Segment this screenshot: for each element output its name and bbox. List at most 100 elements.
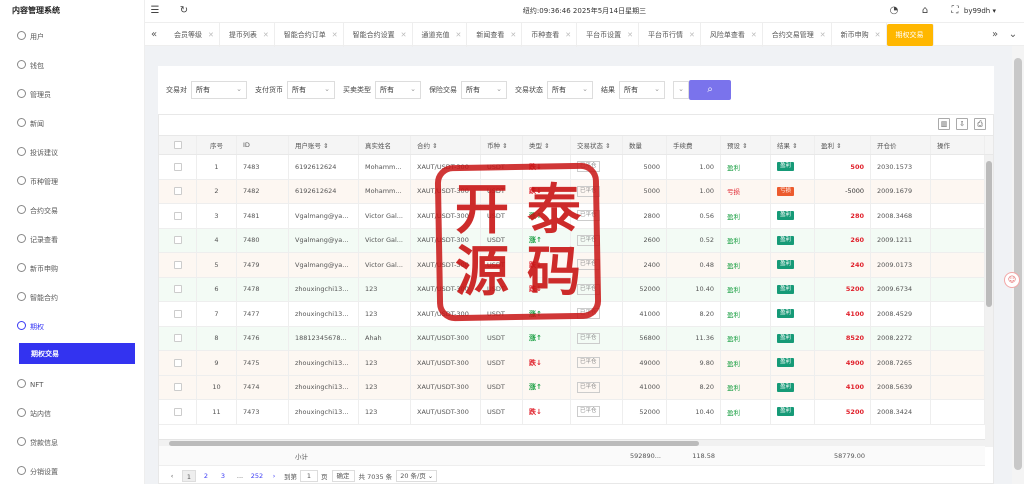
row-checkbox[interactable] xyxy=(173,334,182,343)
close-icon[interactable]: ✕ xyxy=(263,31,269,39)
column-header[interactable]: 类型 ⇕ xyxy=(523,136,571,154)
sidebar-item-option[interactable]: 期权 xyxy=(0,312,144,341)
fullscreen-icon[interactable]: ⛶ xyxy=(949,5,961,17)
sidebar-item-user[interactable]: 用户 xyxy=(0,22,144,51)
row-checkbox[interactable] xyxy=(173,211,182,220)
row-checkbox[interactable] xyxy=(173,285,182,294)
close-icon[interactable]: ✕ xyxy=(565,31,571,39)
table-row[interactable]: 4 7480 Vgalmang@ya... Victor Gal... XAUT/USD… xyxy=(159,228,993,253)
export-icon[interactable]: ⇩ xyxy=(956,118,968,130)
tag-icon[interactable]: ⌂ xyxy=(919,5,931,17)
tab-item[interactable]: 平台币行情 ✕ xyxy=(639,23,701,47)
row-checkbox[interactable] xyxy=(173,383,182,392)
user-menu[interactable]: by99dh ▾ xyxy=(964,0,996,22)
search-button[interactable]: ⌕ xyxy=(689,80,731,100)
sidebar-item-contract[interactable]: 合约交易 xyxy=(0,196,144,225)
row-checkbox[interactable] xyxy=(173,236,182,245)
table-row[interactable]: 9 7475 zhouxingchi13... 123 XAUT/USDT-300 USD… xyxy=(159,351,993,376)
table-vertical-scrollbar[interactable] xyxy=(985,155,993,447)
theme-icon[interactable]: ◔ xyxy=(888,5,900,17)
column-header[interactable]: 手续费 xyxy=(667,136,721,154)
table-row[interactable]: 8 7476 18812345678... Ahah XAUT/USDT-300 USDT… xyxy=(159,326,993,351)
close-icon[interactable]: ✕ xyxy=(401,31,407,39)
close-icon[interactable]: ✕ xyxy=(689,31,695,39)
page-scrollbar[interactable] xyxy=(1012,46,1024,484)
table-row[interactable]: 5 7479 Vgalmang@ya... Victor Gal... XAUT/USD… xyxy=(159,253,993,278)
tab-item[interactable]: 新币申购 ✕ xyxy=(832,23,887,47)
tab-item[interactable]: 新闻查看 ✕ xyxy=(467,23,523,47)
column-header[interactable]: 盈利 ⇕ xyxy=(815,136,871,154)
tab-item[interactable]: 平台币设置 ✕ xyxy=(577,23,639,47)
close-icon[interactable]: ✕ xyxy=(456,31,462,39)
row-checkbox[interactable] xyxy=(173,309,182,318)
page-number[interactable]: 2 xyxy=(199,470,213,482)
tab-item[interactable]: 提币列表 ✕ xyxy=(220,23,275,47)
row-checkbox[interactable] xyxy=(173,162,182,171)
sidebar-item-coin[interactable]: 币种管理 xyxy=(0,167,144,196)
goto-confirm-button[interactable]: 确定 xyxy=(331,470,355,482)
row-checkbox[interactable] xyxy=(173,187,182,196)
prev-page-icon[interactable]: ‹ xyxy=(165,470,179,482)
row-checkbox[interactable] xyxy=(173,407,182,416)
checkbox[interactable] xyxy=(173,141,182,149)
sidebar-item-smart-contract[interactable]: 智能合约 xyxy=(0,283,144,312)
sidebar-item-nft[interactable]: NFT xyxy=(0,370,144,399)
filter-select[interactable]: 所有 ⌄ xyxy=(619,81,665,99)
column-header[interactable]: 操作 xyxy=(931,136,985,154)
column-header[interactable]: 币种 ⇕ xyxy=(481,136,523,154)
sidebar-item-news[interactable]: 新闻 xyxy=(0,109,144,138)
close-icon[interactable]: ✕ xyxy=(875,31,881,39)
filter-select[interactable]: 所有 ⌄ xyxy=(287,81,335,99)
row-checkbox[interactable] xyxy=(173,260,182,269)
tab-item[interactable]: 智能合约设置 ✕ xyxy=(344,23,413,47)
table-row[interactable]: 11 7473 zhouxingchi13... 123 XAUT/USDT-300 US… xyxy=(159,400,993,425)
tab-item[interactable]: 会员等级 ✕ xyxy=(165,23,220,47)
filter-select[interactable]: 所有 ⌄ xyxy=(375,81,421,99)
print-icon[interactable]: ⎙ xyxy=(974,118,986,130)
close-icon[interactable]: ✕ xyxy=(208,31,214,39)
close-icon[interactable]: ✕ xyxy=(820,31,826,39)
table-row[interactable]: 7 7477 zhouxingchi13... 123 XAUT/USDT-300 USD… xyxy=(159,302,993,327)
tab-item[interactable]: 币种查看 ✕ xyxy=(522,23,578,47)
floating-assistant-icon[interactable]: ☺ xyxy=(1004,272,1020,288)
filter-expand-button[interactable]: ⌄ xyxy=(673,81,689,99)
column-header[interactable]: 结果 ⇕ xyxy=(771,136,815,154)
table-horizontal-scrollbar[interactable] xyxy=(159,439,985,446)
page-number[interactable]: 252 xyxy=(250,470,264,482)
tab-item[interactable]: 智能合约订单 ✕ xyxy=(275,23,344,47)
page-number[interactable]: 3 xyxy=(216,470,230,482)
tabs-scroll-left-icon[interactable]: « xyxy=(147,23,161,47)
filter-select[interactable]: 所有 ⌄ xyxy=(461,81,507,99)
page-number[interactable]: 1 xyxy=(182,470,196,482)
close-icon[interactable]: ✕ xyxy=(332,31,338,39)
table-row[interactable]: 10 7474 zhouxingchi13... 123 XAUT/USDT-300 US… xyxy=(159,375,993,400)
next-page-icon[interactable]: › xyxy=(267,470,281,482)
sidebar-item-message[interactable]: 站内信 xyxy=(0,399,144,428)
row-checkbox[interactable] xyxy=(173,358,182,367)
tab-item[interactable]: 合约交易管理 ✕ xyxy=(763,23,832,47)
tabs-scroll-right-icon[interactable]: » xyxy=(988,23,1002,47)
column-header[interactable]: 数量 xyxy=(623,136,667,154)
column-header[interactable]: 用户账号 ⇕ xyxy=(289,136,359,154)
columns-icon[interactable]: ▥ xyxy=(938,118,950,130)
column-header[interactable]: 真实姓名 xyxy=(359,136,411,154)
sidebar-item-subscribe[interactable]: 新币申购 xyxy=(0,254,144,283)
tab-item[interactable]: 通道充值 ✕ xyxy=(413,23,468,47)
sidebar-item-wallet[interactable]: 钱包 xyxy=(0,51,144,80)
column-header[interactable]: 开仓价 xyxy=(871,136,931,154)
sidebar-item-distribution[interactable]: 分销设置 xyxy=(0,457,144,484)
column-header[interactable]: 序号 xyxy=(197,136,237,154)
sidebar-item-loan[interactable]: 贷款信息 xyxy=(0,428,144,457)
table-row[interactable]: 3 7481 Vgalmang@ya... Victor Gal... XAUT/USD… xyxy=(159,204,993,229)
tab-active[interactable]: 期权交易 xyxy=(886,24,934,46)
header-select-all[interactable] xyxy=(159,136,197,154)
close-icon[interactable]: ✕ xyxy=(627,31,633,39)
column-header[interactable]: 合约 ⇕ xyxy=(411,136,481,154)
sidebar-item-admin[interactable]: 管理员 xyxy=(0,80,144,109)
tab-item[interactable]: 风险单查看 ✕ xyxy=(701,23,763,47)
tabs-menu-icon[interactable]: ⌄ xyxy=(1006,23,1020,47)
page-size-select[interactable]: 20 条/页 ⌄ xyxy=(396,470,438,482)
goto-page-input[interactable]: 1 xyxy=(300,470,318,482)
column-header[interactable]: 预设 ⇕ xyxy=(721,136,771,154)
sidebar-item-record[interactable]: 记录查看 xyxy=(0,225,144,254)
